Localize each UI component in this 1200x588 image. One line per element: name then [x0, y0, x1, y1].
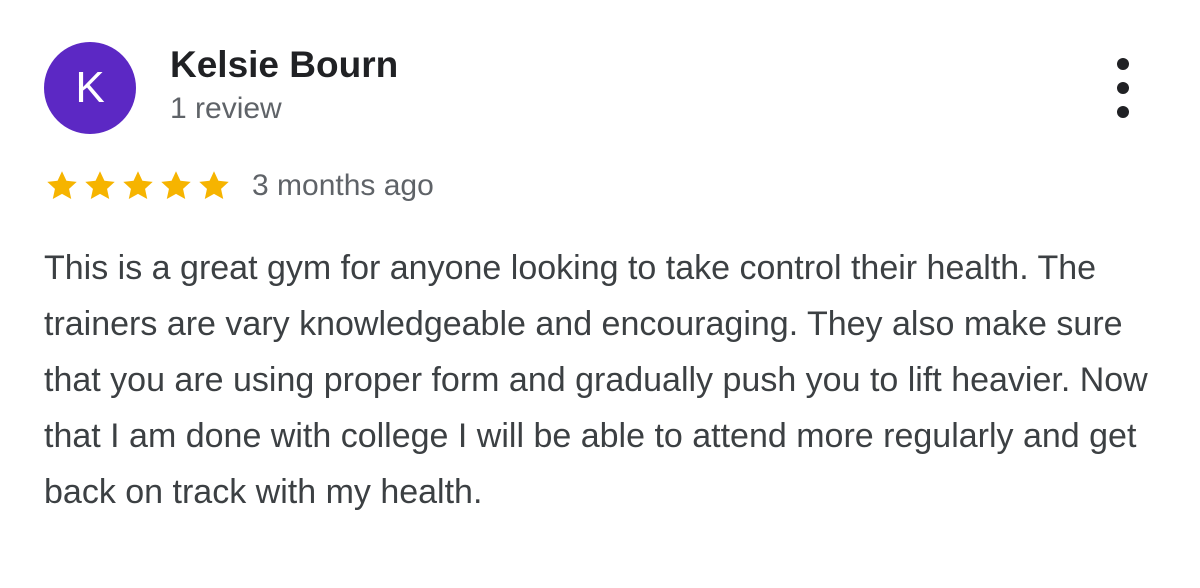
avatar[interactable]: K — [44, 42, 136, 134]
more-vert-icon — [1117, 58, 1129, 70]
review-card: K Kelsie Bourn 1 review 3 months ago Thi… — [0, 0, 1200, 588]
star-icon — [47, 171, 77, 200]
reviewer-name[interactable]: Kelsie Bourn — [170, 44, 398, 86]
star-icon — [123, 171, 153, 200]
rating-row: 3 months ago — [44, 166, 434, 206]
more-vert-icon-dot-3 — [1117, 106, 1129, 118]
more-options-button[interactable] — [1100, 58, 1146, 118]
star-rating — [44, 168, 232, 204]
review-count: 1 review — [170, 92, 282, 125]
more-vert-icon-dot-2 — [1117, 82, 1129, 94]
star-icon — [85, 171, 115, 200]
review-text: This is a great gym for anyone looking t… — [44, 249, 1148, 511]
star-icon — [199, 171, 229, 200]
avatar-initial: K — [75, 63, 105, 112]
star-icon — [161, 171, 191, 200]
review-date: 3 months ago — [252, 169, 434, 202]
